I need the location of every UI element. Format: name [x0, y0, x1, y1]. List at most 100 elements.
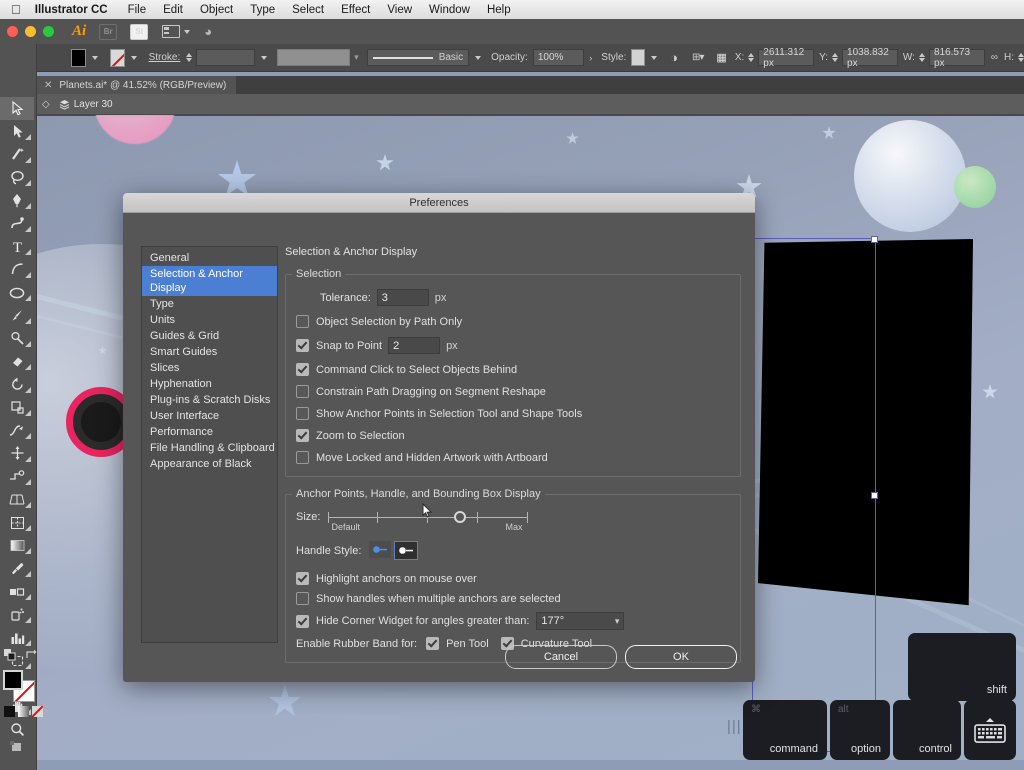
checkbox-box[interactable]	[296, 407, 309, 420]
navigate-icon[interactable]: ◇	[42, 99, 50, 110]
ellipse-tool[interactable]	[0, 281, 34, 304]
align-icon[interactable]: ⊞▾	[692, 52, 704, 63]
y-stepper[interactable]	[832, 53, 839, 62]
fill-swatch[interactable]	[71, 48, 87, 67]
magic-wand-tool[interactable]	[0, 143, 34, 166]
category-plugins-scratch-disks[interactable]: Plug-ins & Scratch Disks	[142, 392, 277, 408]
command-key[interactable]: ⌘ command	[743, 700, 827, 760]
type-tool[interactable]: T	[0, 235, 34, 258]
category-appearance-of-black[interactable]: Appearance of Black	[142, 456, 277, 472]
stroke-weight-stepper[interactable]	[186, 53, 193, 62]
menu-item-effect[interactable]: Effect	[341, 4, 370, 16]
checkbox-box[interactable]	[296, 451, 309, 464]
graphic-style-swatch[interactable]	[631, 49, 646, 66]
transform-reference-icon[interactable]: ▦	[716, 51, 726, 64]
fill-color-swatch[interactable]	[3, 670, 23, 690]
gradient-swatch-icon[interactable]	[18, 706, 29, 717]
gradient-tool[interactable]	[0, 534, 34, 557]
maximize-window-button[interactable]	[43, 26, 54, 37]
fill-chevron-down-icon[interactable]	[92, 55, 99, 60]
tolerance-input[interactable]: 3	[376, 289, 429, 306]
swap-fill-stroke-icon[interactable]	[25, 648, 37, 666]
category-units[interactable]: Units	[142, 312, 277, 328]
document-tab[interactable]: ✕ Planets.ai* @ 41.52% (RGB/Preview)	[36, 76, 237, 94]
lasso-tool[interactable]	[0, 166, 34, 189]
checkbox-pen-tool[interactable]: Pen Tool	[426, 637, 489, 650]
checkbox-hide-corner-widget[interactable]: Hide Corner Widget for angles greater th…	[296, 612, 730, 630]
zoom-tool[interactable]	[0, 718, 34, 741]
checkbox-show-handles-multiple-anchors[interactable]: Show handles when multiple anchors are s…	[296, 592, 730, 605]
color-swatch-icon[interactable]	[4, 706, 15, 717]
category-user-interface[interactable]: User Interface	[142, 408, 277, 424]
selection-handle[interactable]	[871, 492, 878, 499]
curvature-tool[interactable]	[0, 212, 34, 235]
menu-item-view[interactable]: View	[387, 4, 412, 16]
shaper-tool[interactable]	[0, 327, 34, 350]
h-stepper[interactable]	[1017, 53, 1024, 62]
line-segment-tool[interactable]	[0, 258, 34, 281]
menu-app-name[interactable]: Illustrator CC	[35, 4, 108, 16]
ok-button[interactable]: OK	[625, 645, 737, 669]
category-guides-grid[interactable]: Guides & Grid	[142, 328, 277, 344]
drawing-mode-icon[interactable]	[9, 741, 24, 759]
close-window-button[interactable]	[7, 26, 18, 37]
handle-style-hollow[interactable]	[394, 541, 419, 560]
category-selection-anchor-display[interactable]: Selection & Anchor Display	[142, 266, 277, 296]
checkbox-constrain-path-dragging[interactable]: Constrain Path Dragging on Segment Resha…	[296, 385, 730, 398]
category-type[interactable]: Type	[142, 296, 277, 312]
width-profile-chevron-down-icon[interactable]: ▾	[354, 52, 359, 63]
menu-item-select[interactable]: Select	[292, 4, 324, 16]
rotate-tool[interactable]	[0, 373, 34, 396]
selection-tool[interactable]	[0, 97, 34, 120]
handle-style-solid[interactable]	[369, 541, 392, 558]
checkbox-move-locked-hidden-artwork[interactable]: Move Locked and Hidden Artwork with Artb…	[296, 451, 730, 464]
x-stepper[interactable]	[748, 53, 755, 62]
preferences-category-list[interactable]: General Selection & Anchor Display Type …	[141, 246, 278, 643]
scale-tool[interactable]	[0, 396, 34, 419]
checkbox-box[interactable]	[296, 592, 309, 605]
direct-selection-tool[interactable]	[0, 120, 34, 143]
menu-item-object[interactable]: Object	[200, 4, 233, 16]
menu-item-edit[interactable]: Edit	[163, 4, 183, 16]
eraser-tool[interactable]	[0, 350, 34, 373]
blend-tool[interactable]	[0, 580, 34, 603]
category-performance[interactable]: Performance	[142, 424, 277, 440]
minimize-window-button[interactable]	[25, 26, 36, 37]
x-input[interactable]: 2611.312 px	[758, 47, 815, 69]
slider-knob[interactable]	[454, 511, 467, 523]
checkbox-show-anchor-points[interactable]: Show Anchor Points in Selection Tool and…	[296, 407, 730, 420]
opacity-input[interactable]: 100%	[532, 49, 585, 66]
checkbox-highlight-anchors[interactable]: Highlight anchors on mouse over	[296, 572, 730, 585]
selection-handle[interactable]	[871, 236, 878, 243]
pen-tool[interactable]	[0, 189, 34, 212]
perspective-grid-tool[interactable]	[0, 488, 34, 511]
checkbox-object-selection-by-path-only[interactable]: Object Selection by Path Only	[296, 315, 730, 328]
category-hyphenation[interactable]: Hyphenation	[142, 376, 277, 392]
category-file-handling-clipboard[interactable]: File Handling & Clipboard	[142, 440, 277, 456]
category-general[interactable]: General	[142, 250, 277, 266]
selection-bounding-box[interactable]	[752, 236, 878, 754]
width-tool[interactable]	[0, 419, 34, 442]
checkbox-command-click-select-behind[interactable]: Command Click to Select Objects Behind	[296, 363, 730, 376]
menu-item-window[interactable]: Window	[429, 4, 470, 16]
variable-width-profile[interactable]	[277, 49, 351, 66]
shape-builder-tool[interactable]	[0, 465, 34, 488]
stroke-none-swatch[interactable]	[110, 48, 125, 67]
checkbox-box[interactable]	[296, 339, 309, 352]
column-graph-tool[interactable]	[0, 626, 34, 649]
menu-item-file[interactable]: File	[128, 4, 147, 16]
style-chevron-down-icon[interactable]	[651, 55, 658, 60]
w-stepper[interactable]	[918, 53, 925, 62]
checkbox-snap-to-point[interactable]: Snap to Point 2 px	[296, 337, 730, 354]
fill-stroke-indicator[interactable]	[3, 670, 35, 702]
default-fill-stroke-icon[interactable]	[4, 648, 16, 666]
checkbox-box[interactable]	[426, 637, 440, 650]
checkbox-box[interactable]	[296, 429, 309, 442]
stroke-chevron-down-icon[interactable]	[130, 55, 137, 60]
option-key[interactable]: alt option	[830, 700, 890, 760]
menu-item-type[interactable]: Type	[250, 4, 275, 16]
mesh-tool[interactable]	[0, 511, 34, 534]
w-input[interactable]: 816.573 px	[928, 47, 985, 69]
checkbox-box[interactable]	[296, 363, 309, 376]
y-input[interactable]: 1038.832 px	[842, 47, 898, 69]
